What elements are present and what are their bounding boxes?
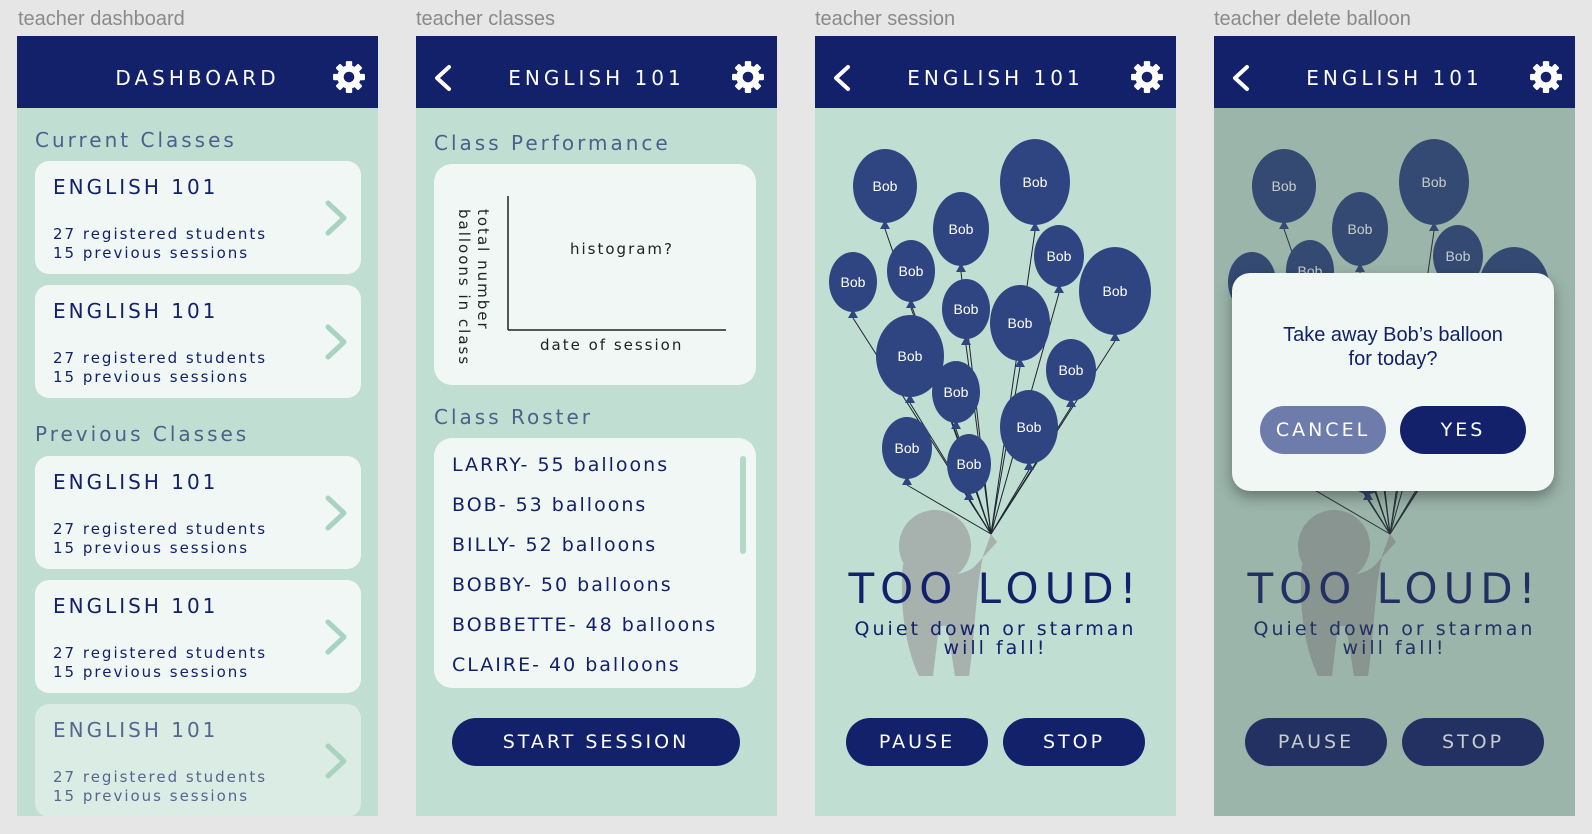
dashboard-header: DASHBOARD bbox=[17, 36, 378, 108]
class-sessions: 15 previous sessions bbox=[53, 368, 250, 386]
stop-button[interactable]: STOP bbox=[1003, 718, 1145, 766]
roster-item[interactable]: BOB- 53 balloons bbox=[452, 494, 647, 516]
balloon[interactable]: Bob bbox=[882, 417, 932, 485]
class-students: 27 registered students bbox=[53, 768, 268, 786]
alert-message-line2: will fall! bbox=[943, 637, 1048, 659]
balloon[interactable]: Bob bbox=[1079, 247, 1151, 341]
class-card[interactable]: ENGLISH 101 27 registered students 15 pr… bbox=[35, 580, 361, 693]
balloon-label: Bob bbox=[949, 221, 974, 237]
class-card[interactable]: ENGLISH 101 27 registered students 15 pr… bbox=[35, 456, 361, 569]
balloon[interactable]: Bob bbox=[1046, 339, 1096, 407]
balloon-string bbox=[990, 230, 1036, 535]
balloon[interactable]: Bob bbox=[887, 240, 935, 308]
class-card[interactable]: ENGLISH 101 27 registered students 15 pr… bbox=[35, 161, 361, 274]
balloon-label: Bob bbox=[1059, 362, 1084, 378]
class-name: ENGLISH 101 bbox=[53, 175, 219, 199]
chart-placeholder: histogram? bbox=[570, 240, 675, 258]
cancel-button[interactable]: CANCEL bbox=[1260, 406, 1386, 454]
balloon-label: Bob bbox=[841, 274, 866, 290]
roster-list[interactable]: LARRY- 55 balloons BOB- 53 balloons BILL… bbox=[434, 438, 756, 688]
balloon[interactable]: Bob bbox=[1000, 390, 1058, 470]
chevron-right-icon bbox=[323, 323, 349, 361]
balloon-label: Bob bbox=[899, 263, 924, 279]
session-screen: ENGLISH 101 Bob Bob Bob Bob Bob Bob Bob Bob Bob B… bbox=[815, 36, 1176, 816]
balloon-label: Bob bbox=[895, 440, 920, 456]
class-students: 27 registered students bbox=[53, 349, 268, 367]
balloon-label: Bob bbox=[1008, 315, 1033, 331]
class-name: ENGLISH 101 bbox=[53, 594, 219, 618]
class-students: 27 registered students bbox=[53, 520, 268, 538]
classes-screen: ENGLISH 101 Class Performance histogram?… bbox=[416, 36, 777, 816]
previous-classes-heading: Previous Classes bbox=[35, 422, 250, 446]
class-performance-heading: Class Performance bbox=[434, 131, 671, 155]
class-students: 27 registered students bbox=[53, 225, 268, 243]
classes-header: ENGLISH 101 bbox=[416, 36, 777, 108]
pause-button[interactable]: PAUSE bbox=[846, 718, 988, 766]
yes-button[interactable]: YES bbox=[1400, 406, 1526, 454]
roster-item[interactable]: BOBBETTE- 48 balloons bbox=[452, 614, 717, 636]
chevron-right-icon bbox=[323, 494, 349, 532]
frame-label-dashboard: teacher dashboard bbox=[18, 8, 185, 30]
delete-balloon-screen: ENGLISH 101 BobBobBobBobBobBobBobBobBobB… bbox=[1214, 36, 1575, 816]
class-card[interactable]: ENGLISH 101 27 registered students 15 pr… bbox=[35, 704, 361, 816]
y-axis-label: balloons in class bbox=[455, 209, 473, 367]
frame-label-delete: teacher delete balloon bbox=[1214, 8, 1411, 30]
class-roster-heading: Class Roster bbox=[434, 405, 593, 429]
chevron-right-icon bbox=[323, 742, 349, 780]
balloon-label: Bob bbox=[873, 178, 898, 194]
balloon-label: Bob bbox=[1017, 419, 1042, 435]
performance-chart-card: histogram? date of session total number … bbox=[434, 164, 756, 385]
gear-icon[interactable] bbox=[731, 60, 765, 94]
gear-icon[interactable] bbox=[332, 60, 366, 94]
balloon[interactable]: Bob bbox=[933, 192, 989, 272]
balloon[interactable]: Bob bbox=[853, 149, 917, 229]
balloon[interactable]: Bob bbox=[942, 279, 990, 345]
roster-item[interactable]: LARRY- 55 balloons bbox=[452, 454, 669, 476]
balloon-label: Bob bbox=[1047, 248, 1072, 264]
balloon[interactable]: Bob bbox=[1034, 225, 1084, 293]
delete-balloon-dialog: Take away Bob’s balloon for today? CANCE… bbox=[1232, 273, 1554, 491]
current-classes-heading: Current Classes bbox=[35, 128, 237, 152]
frame-label-session: teacher session bbox=[815, 8, 956, 30]
class-sessions: 15 previous sessions bbox=[53, 663, 250, 681]
balloon-label: Bob bbox=[944, 384, 969, 400]
balloon[interactable]: Bob bbox=[990, 285, 1050, 367]
balloon[interactable]: Bob bbox=[1000, 139, 1070, 231]
balloon[interactable]: Bob bbox=[829, 252, 877, 318]
balloon[interactable]: Bob bbox=[932, 361, 980, 429]
dialog-question-line1: Take away Bob’s balloon bbox=[1283, 324, 1503, 346]
frame-label-classes: teacher classes bbox=[416, 8, 555, 30]
page-title: DASHBOARD bbox=[115, 66, 280, 90]
class-name: ENGLISH 101 bbox=[53, 470, 219, 494]
chevron-right-icon bbox=[323, 199, 349, 237]
roster-item[interactable]: CLAIRE- 40 balloons bbox=[452, 654, 681, 676]
balloon[interactable]: Bob bbox=[947, 434, 991, 500]
x-axis-label: date of session bbox=[540, 336, 684, 354]
chevron-right-icon bbox=[323, 618, 349, 656]
balloon-label: Bob bbox=[1103, 283, 1128, 299]
roster-item[interactable]: BOBBY- 50 balloons bbox=[452, 574, 673, 596]
class-card[interactable]: ENGLISH 101 27 registered students 15 pr… bbox=[35, 285, 361, 398]
roster-scrollbar[interactable] bbox=[740, 456, 746, 554]
balloon-label: Bob bbox=[1023, 174, 1048, 190]
page-title: ENGLISH 101 bbox=[508, 66, 685, 90]
class-name: ENGLISH 101 bbox=[53, 718, 219, 742]
balloon-label: Bob bbox=[898, 348, 923, 364]
dialog-question-line2: for today? bbox=[1348, 348, 1438, 370]
roster-item[interactable]: BILLY- 52 balloons bbox=[452, 534, 657, 556]
y-axis-label: total number bbox=[474, 209, 492, 331]
balloon-label: Bob bbox=[954, 301, 979, 317]
class-students: 27 registered students bbox=[53, 644, 268, 662]
start-session-button[interactable]: START SESSION bbox=[452, 718, 740, 766]
class-sessions: 15 previous sessions bbox=[53, 244, 250, 262]
class-sessions: 15 previous sessions bbox=[53, 539, 250, 557]
dashboard-screen: DASHBOARD Current Classes ENGLISH 101 27… bbox=[17, 36, 378, 816]
class-name: ENGLISH 101 bbox=[53, 299, 219, 323]
dialog-question: Take away Bob’s balloon for today? bbox=[1232, 323, 1554, 371]
alert-title: TOO LOUD! bbox=[848, 564, 1143, 613]
class-sessions: 15 previous sessions bbox=[53, 787, 250, 805]
balloon-label: Bob bbox=[957, 456, 982, 472]
